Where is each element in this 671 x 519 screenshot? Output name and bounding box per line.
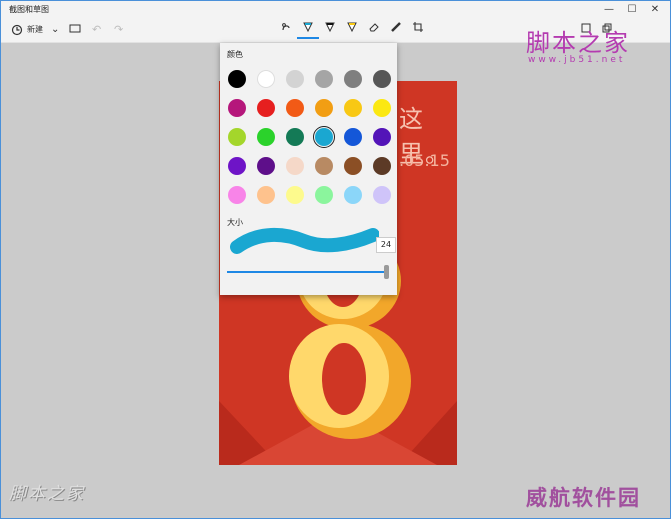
color-swatch[interactable] [315, 70, 333, 88]
title-bar: 截图和草图 — ☐ ✕ [1, 1, 670, 18]
color-swatch[interactable] [373, 70, 391, 88]
close-button[interactable]: ✕ [644, 2, 666, 17]
watermark-url: www.jb51.net [528, 55, 626, 65]
color-swatch[interactable] [257, 157, 275, 175]
active-tool-indicator [297, 37, 319, 39]
color-swatch[interactable] [344, 99, 362, 117]
minimize-button[interactable]: — [598, 2, 620, 17]
color-swatch[interactable] [315, 186, 333, 204]
redo-icon[interactable]: ↷ [114, 21, 123, 39]
undo-icon[interactable]: ↶ [92, 21, 101, 39]
highlighter-icon[interactable] [346, 21, 358, 39]
watermark-bottom-left: 脚本之家 [9, 484, 85, 504]
color-swatch[interactable] [286, 157, 304, 175]
color-swatch[interactable] [373, 99, 391, 117]
color-swatch[interactable] [373, 128, 391, 146]
poster-text-date: .05.15 [399, 151, 450, 170]
maximize-button[interactable]: ☐ [621, 2, 643, 17]
color-swatch[interactable] [257, 99, 275, 117]
color-swatch[interactable] [344, 128, 362, 146]
new-dropdown-chevron-icon[interactable]: ⌄ [51, 21, 59, 39]
selected-color-ring [313, 126, 335, 148]
color-swatch[interactable] [286, 70, 304, 88]
color-heading: 颜色 [227, 50, 243, 59]
size-value-box: 24 [376, 237, 396, 253]
pencil-icon[interactable] [324, 21, 336, 39]
crop-icon[interactable] [412, 21, 424, 39]
color-swatch[interactable] [228, 128, 246, 146]
color-swatch[interactable] [257, 128, 275, 146]
color-swatch[interactable] [228, 157, 246, 175]
open-folder-icon[interactable] [69, 21, 81, 39]
watermark-bottom-right: 威航软件园 [526, 486, 641, 510]
size-slider-track[interactable] [227, 271, 387, 273]
color-swatch[interactable] [228, 186, 246, 204]
color-swatch[interactable] [228, 70, 246, 88]
ruler-icon[interactable] [390, 21, 402, 39]
color-swatch[interactable] [228, 99, 246, 117]
color-swatch[interactable] [373, 157, 391, 175]
pen-settings-flyout: 颜色 大小 24 [220, 43, 397, 295]
touch-writing-icon[interactable] [280, 21, 292, 39]
size-slider-thumb[interactable] [384, 265, 389, 279]
color-swatch[interactable] [286, 99, 304, 117]
color-swatch[interactable] [315, 157, 333, 175]
new-button[interactable]: 新建 [27, 21, 43, 39]
color-swatch[interactable] [373, 186, 391, 204]
window-title: 截图和草图 [9, 5, 49, 14]
new-icon[interactable] [11, 21, 23, 39]
app-window: 截图和草图 — ☐ ✕ 新建 ⌄ ↶ ↷ 这里。 .05.15 颜色 大小 24… [0, 0, 671, 519]
color-swatch[interactable] [315, 99, 333, 117]
color-swatch[interactable] [344, 157, 362, 175]
color-swatch[interactable] [344, 70, 362, 88]
color-swatch[interactable] [286, 186, 304, 204]
color-swatch[interactable] [257, 186, 275, 204]
stroke-preview [230, 227, 379, 254]
watermark-top: 脚本之家 [526, 29, 630, 57]
eraser-icon[interactable] [368, 21, 380, 39]
color-swatch[interactable] [286, 128, 304, 146]
color-swatch[interactable] [257, 70, 275, 88]
color-swatch[interactable] [344, 186, 362, 204]
